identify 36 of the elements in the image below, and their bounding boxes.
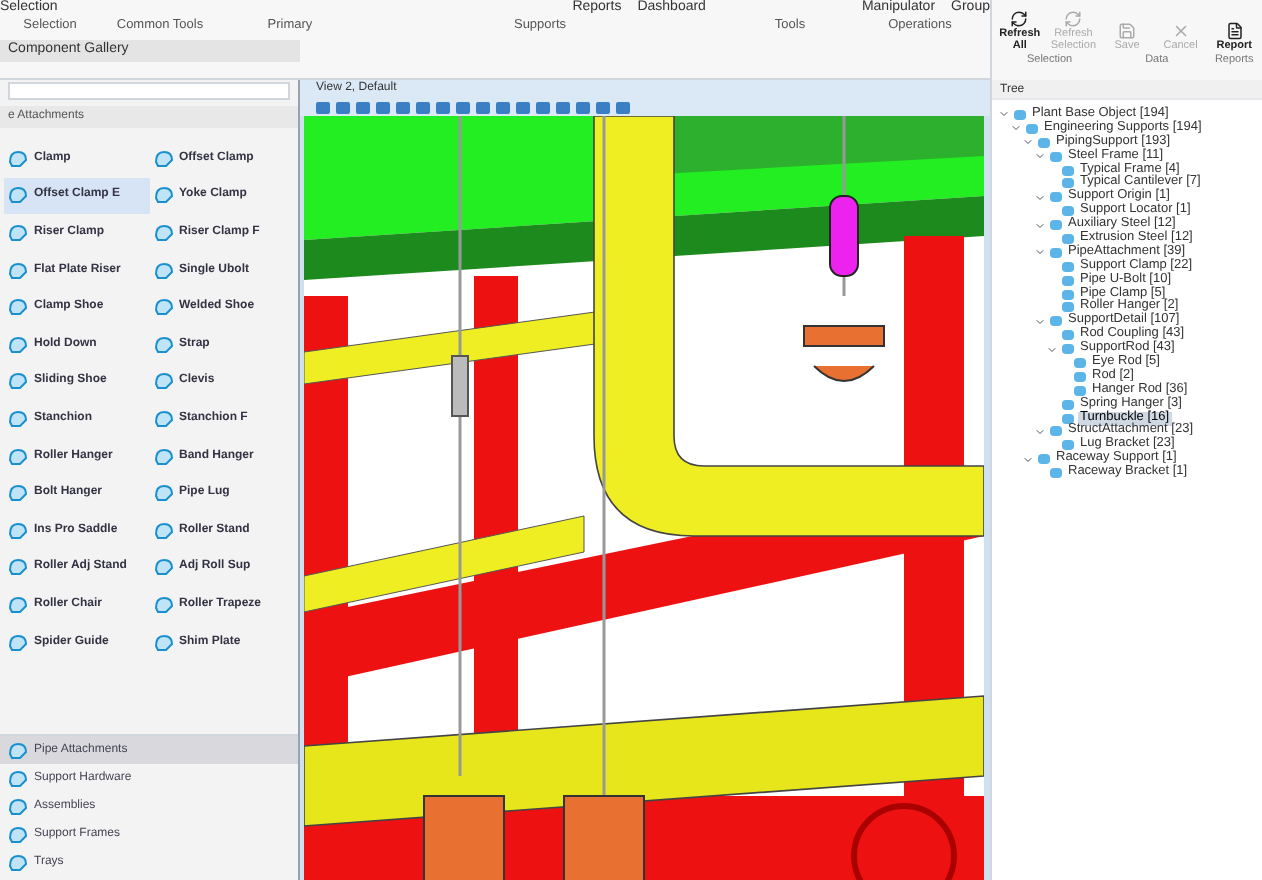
node-icon [1050, 192, 1062, 203]
node-icon [1062, 178, 1074, 189]
node-icon [1038, 454, 1050, 465]
node-icon [1074, 371, 1086, 382]
node-icon [1062, 275, 1074, 286]
collapse-icon[interactable] [1010, 122, 1022, 135]
collapse-icon[interactable] [1022, 453, 1034, 466]
node-icon [1050, 468, 1062, 479]
refresh-icon [1064, 10, 1083, 28]
node-icon [1062, 165, 1074, 175]
collapse-icon[interactable] [1034, 315, 1046, 328]
collapse-icon[interactable] [1034, 246, 1046, 259]
node-icon [1062, 440, 1074, 451]
collapse-icon[interactable] [1034, 191, 1046, 204]
node-icon [1038, 137, 1050, 148]
node-icon [1062, 330, 1074, 341]
node-icon [1050, 316, 1062, 327]
node-icon [1026, 123, 1038, 134]
save-icon [1117, 22, 1136, 40]
collapse-icon[interactable] [1034, 219, 1046, 232]
node-icon [1050, 151, 1062, 162]
document-icon [1225, 22, 1244, 40]
close-icon [1171, 22, 1190, 40]
collapse-icon[interactable] [1034, 425, 1046, 438]
refresh-icon [1010, 10, 1029, 28]
node-icon [1074, 385, 1086, 396]
node-icon [1062, 261, 1074, 272]
node-icon [1014, 109, 1026, 120]
collapse-icon[interactable] [1034, 150, 1046, 163]
collapse-icon[interactable] [1046, 343, 1058, 356]
node-icon [1050, 247, 1062, 258]
node-icon [1062, 399, 1074, 410]
search-field[interactable] [8, 82, 290, 100]
collapse-icon[interactable] [1022, 136, 1034, 149]
node-icon [1062, 206, 1074, 217]
collapse-icon[interactable] [998, 108, 1010, 121]
